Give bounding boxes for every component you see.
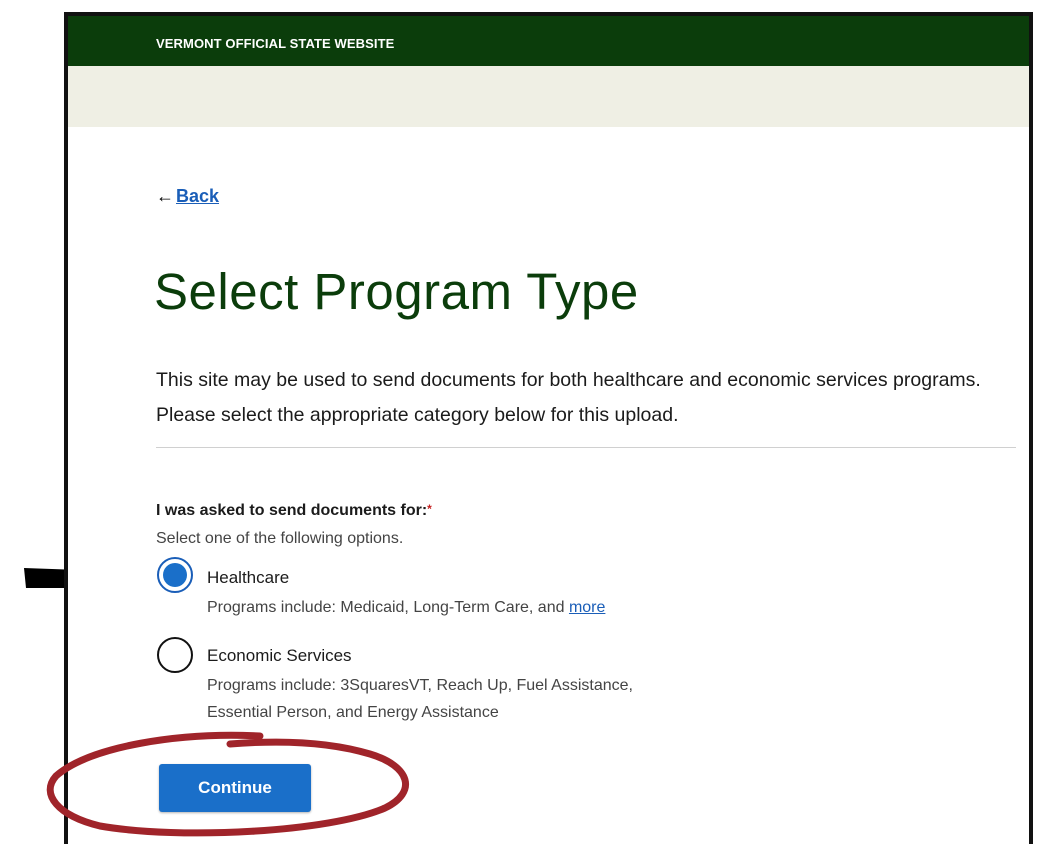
required-marker: * [427,502,432,516]
economic-services-radio[interactable] [157,637,193,673]
banner-text: VERMONT OFFICIAL STATE WEBSITE [156,36,395,51]
back-nav[interactable]: ← Back [156,186,219,207]
divider [156,447,1016,448]
page-title: Select Program Type [154,263,639,320]
healthcare-description-text: Programs include: Medicaid, Long-Term Ca… [207,599,569,616]
back-link[interactable]: Back [176,186,219,207]
economic-services-description-line2: Essential Person, and Energy Assistance [207,704,499,721]
economic-services-description-line1: Programs include: 3SquaresVT, Reach Up, … [207,677,633,694]
question-text: I was asked to send documents for: [156,502,428,519]
economic-services-label[interactable]: Economic Services [207,646,352,666]
state-banner: VERMONT OFFICIAL STATE WEBSITE [68,16,1029,66]
left-arrow-icon: ← [156,186,174,206]
healthcare-description: Programs include: Medicaid, Long-Term Ca… [207,594,605,621]
sub-header [68,66,1029,127]
question-label: I was asked to send documents for:* [156,502,432,520]
intro-text: This site may be used to send documents … [156,369,981,426]
economic-services-description: Programs include: 3SquaresVT, Reach Up, … [207,672,633,726]
question-hint: Select one of the following options. [156,530,404,547]
more-link[interactable]: more [569,599,605,616]
red-circle-annotation [46,731,409,837]
healthcare-radio[interactable] [157,557,193,593]
healthcare-label[interactable]: Healthcare [207,568,289,588]
browser-frame: VERMONT OFFICIAL STATE WEBSITE ← Back Se… [64,12,1033,844]
